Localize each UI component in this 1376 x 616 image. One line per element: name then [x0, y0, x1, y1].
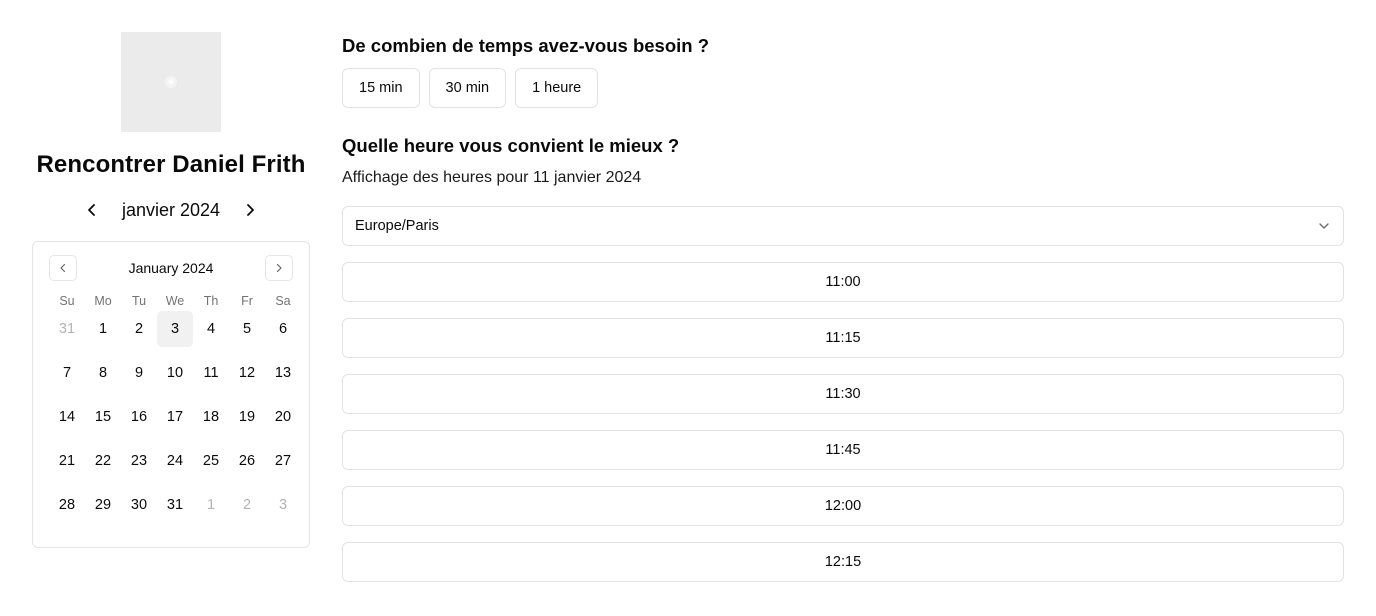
weekday-label: Mo: [94, 294, 112, 308]
time-question: Quelle heure vous convient le mieux ?: [342, 135, 680, 156]
chevron-right-icon: [247, 204, 254, 216]
calendar-day[interactable]: 22: [85, 443, 121, 479]
previous-month-button[interactable]: [72, 197, 112, 223]
calendar-day[interactable]: 26: [229, 443, 265, 479]
duration-question: De combien de temps avez-vous besoin ?: [342, 35, 710, 56]
calendar-day[interactable]: 8: [85, 355, 121, 391]
duration-option-button[interactable]: 1 heure: [515, 68, 599, 108]
host-panel: Rencontrer Daniel Frith janvier 2024 Jan…: [32, 32, 310, 548]
time-slot-button[interactable]: 12:15: [342, 542, 1344, 582]
calendar-day[interactable]: 25: [193, 443, 229, 479]
calendar-day-selected[interactable]: 3: [157, 311, 193, 347]
calendar-day[interactable]: 18: [193, 399, 229, 435]
calendar-day[interactable]: 17: [157, 399, 193, 435]
calendar-day[interactable]: 15: [85, 399, 121, 435]
avatar: [121, 32, 221, 132]
calendar-day[interactable]: 6: [265, 311, 301, 347]
duration-option-button[interactable]: 30 min: [428, 68, 507, 108]
calendar-day[interactable]: 28: [49, 487, 85, 523]
calendar-day[interactable]: 30: [121, 487, 157, 523]
showing-times-label: Affichage des heures pour 11 janvier 202…: [342, 169, 642, 186]
weekday-label: Th: [203, 294, 219, 308]
weekday-label: We: [165, 294, 185, 308]
calendar-day[interactable]: 12: [229, 355, 265, 391]
calendar-next-button[interactable]: [265, 255, 293, 281]
time-slot-button[interactable]: 12:00: [342, 486, 1344, 526]
time-slot-button[interactable]: 11:00: [342, 262, 1344, 302]
calendar-day[interactable]: 9: [121, 355, 157, 391]
calendar-day[interactable]: 14: [49, 399, 85, 435]
time-slot-button[interactable]: 11:45: [342, 430, 1344, 470]
timezone-select[interactable]: Europe/Paris: [342, 206, 1344, 246]
calendar-header: January 2024: [49, 255, 293, 281]
calendar-day[interactable]: 19: [229, 399, 265, 435]
chevron-left-icon: [88, 204, 95, 216]
calendar-day[interactable]: 20: [265, 399, 301, 435]
calendar-title: January 2024: [128, 260, 214, 276]
calendar-days-grid: 31 1 2 3 4 5 6 7 8 9 10 11 12 13 14 15 16 17 18 19 20 21 22 23 2…: [49, 311, 293, 523]
weekday-label: Su: [59, 294, 75, 308]
host-name: Rencontrer Daniel Frith: [36, 151, 306, 178]
calendar-day[interactable]: 13: [265, 355, 301, 391]
weekday-label: Sa: [275, 294, 291, 308]
calendar-day[interactable]: 21: [49, 443, 85, 479]
image-placeholder-icon: [165, 76, 177, 88]
next-month-button[interactable]: [230, 197, 270, 223]
calendar-day[interactable]: 10: [157, 355, 193, 391]
calendar-day[interactable]: 5: [229, 311, 265, 347]
calendar-day[interactable]: 27: [265, 443, 301, 479]
date-picker-calendar: January 2024 Su Mo Tu We Th Fr Sa 31 1 2 3 4 5 6 7 8 9 1…: [32, 241, 310, 548]
calendar-day[interactable]: 11: [193, 355, 229, 391]
calendar-day[interactable]: 16: [121, 399, 157, 435]
calendar-day[interactable]: 1: [193, 487, 229, 523]
calendar-day[interactable]: 3: [265, 487, 301, 523]
calendar-day[interactable]: 24: [157, 443, 193, 479]
calendar-day[interactable]: 1: [85, 311, 121, 347]
calendar-day[interactable]: 23: [121, 443, 157, 479]
calendar-day[interactable]: 7: [49, 355, 85, 391]
duration-option-button[interactable]: 15 min: [342, 68, 420, 108]
timezone-value: Europe/Paris: [355, 218, 439, 234]
chevron-down-icon: [1319, 223, 1329, 229]
calendar-day[interactable]: 31: [49, 311, 85, 347]
calendar-day[interactable]: 29: [85, 487, 121, 523]
calendar-day[interactable]: 2: [121, 311, 157, 347]
chevron-left-icon: [60, 263, 66, 273]
calendar-day[interactable]: 31: [157, 487, 193, 523]
booking-panel: De combien de temps avez-vous besoin ? 1…: [342, 34, 1344, 582]
duration-options: 15 min 30 min 1 heure: [342, 68, 1344, 108]
weekday-header-row: Su Mo Tu We Th Fr Sa: [49, 291, 293, 311]
month-label: janvier 2024: [121, 200, 221, 220]
weekday-label: Fr: [241, 294, 253, 308]
time-slot-button[interactable]: 11:30: [342, 374, 1344, 414]
calendar-day[interactable]: 2: [229, 487, 265, 523]
month-navigation: janvier 2024: [32, 197, 310, 223]
time-slot-list: 11:00 11:15 11:30 11:45 12:00 12:15: [342, 262, 1344, 582]
calendar-prev-button[interactable]: [49, 255, 77, 281]
time-slot-button[interactable]: 11:15: [342, 318, 1344, 358]
weekday-label: Tu: [131, 294, 147, 308]
calendar-day[interactable]: 4: [193, 311, 229, 347]
chevron-right-icon: [276, 263, 282, 273]
